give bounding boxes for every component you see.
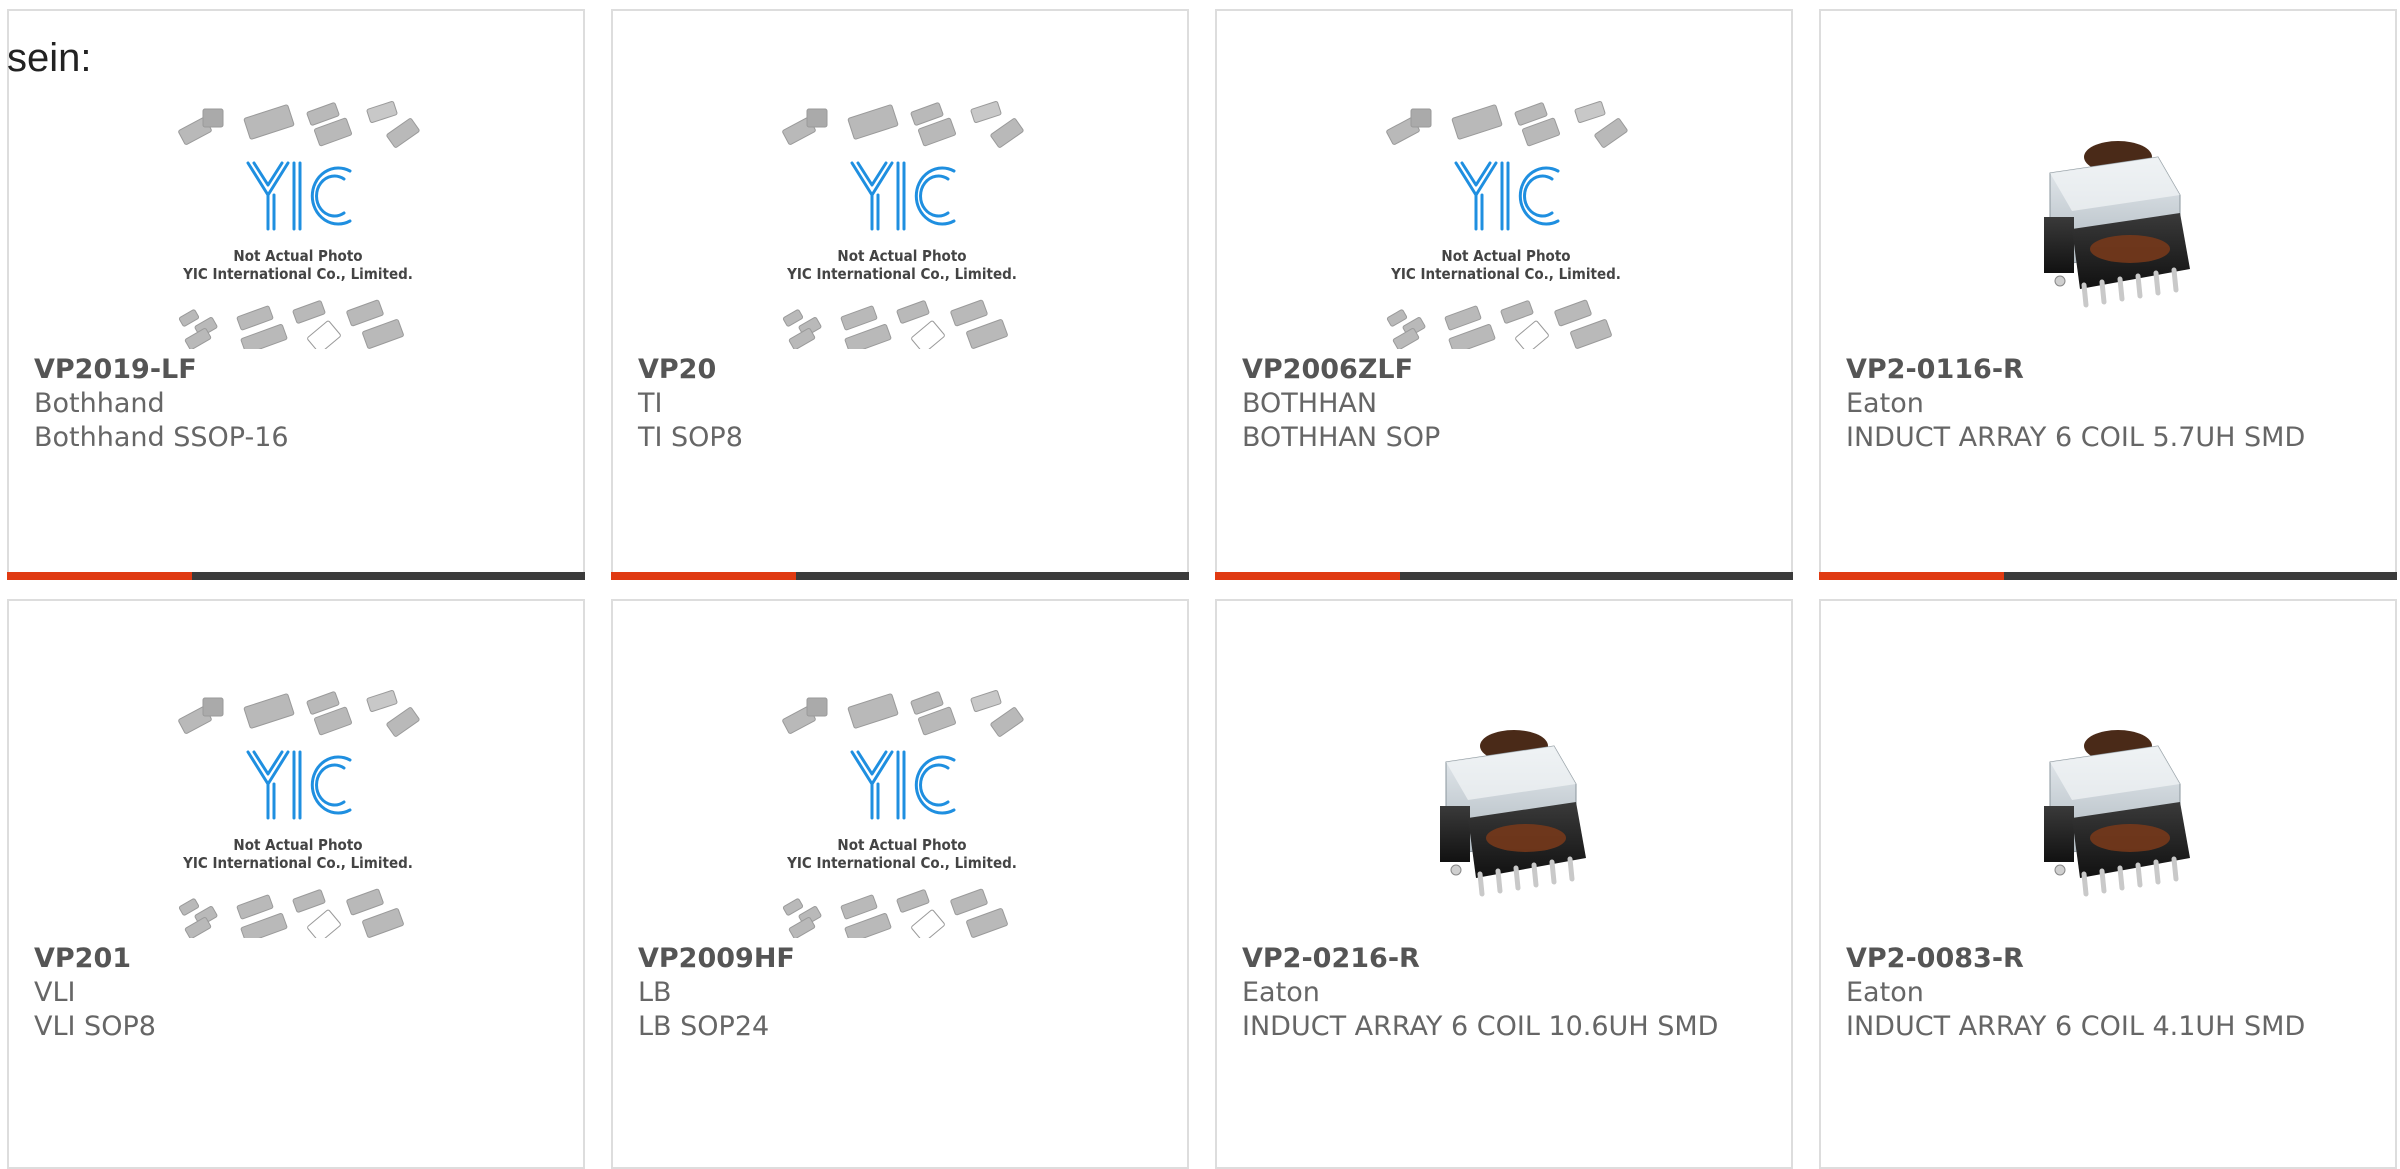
svg-text:Not Actual Photo: Not Actual Photo [233,247,362,265]
product-card[interactable]: VP2-0216-R Eaton INDUCT ARRAY 6 COIL 10.… [1215,599,1793,1169]
svg-text:Not Actual Photo: Not Actual Photo [837,247,966,265]
product-image-placeholder: Not Actual Photo YIC International Co., … [772,99,1032,354]
product-info: VP2019-LF Bothhand Bothhand SSOP-16 [34,353,554,455]
product-image-placeholder: Not Actual Photo YIC International Co., … [168,688,428,943]
svg-text:YIC International Co., Limited: YIC International Co., Limited. [786,854,1017,872]
product-image-placeholder: Not Actual Photo YIC International Co., … [1376,99,1636,354]
svg-text:Not Actual Photo: Not Actual Photo [233,836,362,854]
product-info: VP2009HF LB LB SOP24 [638,942,1158,1044]
part-number-link[interactable]: VP2009HF [638,942,1158,976]
card-progress-bar [1215,572,1793,580]
manufacturer-label: Eaton [1846,977,1924,1008]
product-image-placeholder: Not Actual Photo YIC International Co., … [168,99,428,354]
product-description: INDUCT ARRAY 6 COIL 10.6UH SMD [1242,1011,1719,1042]
product-card[interactable]: Not Actual Photo YIC International Co., … [611,9,1189,580]
product-description: INDUCT ARRAY 6 COIL 4.1UH SMD [1846,1011,2306,1042]
part-number-link[interactable]: VP2-0216-R [1242,942,1762,976]
page-prefix-text: sein: [7,36,92,80]
manufacturer-label: Eaton [1846,388,1924,419]
product-description: INDUCT ARRAY 6 COIL 5.7UH SMD [1846,422,2306,453]
product-info: VP2-0083-R Eaton INDUCT ARRAY 6 COIL 4.1… [1846,942,2366,1044]
svg-text:Not Actual Photo: Not Actual Photo [837,836,966,854]
manufacturer-label: LB [638,977,672,1008]
manufacturer-label: TI [638,388,663,419]
product-card[interactable]: Not Actual Photo YIC International Co., … [1215,9,1793,580]
product-card[interactable]: Not Actual Photo YIC International Co., … [611,599,1189,1169]
svg-text:YIC International Co., Limited: YIC International Co., Limited. [1390,265,1621,283]
manufacturer-label: VLI [34,977,76,1008]
part-number-link[interactable]: VP201 [34,942,554,976]
product-info: VP2006ZLF BOTHHAN BOTHHAN SOP [1242,353,1762,455]
inductor-product-photo [1980,99,2240,349]
part-number-link[interactable]: VP20 [638,353,1158,387]
part-number-link[interactable]: VP2-0083-R [1846,942,2366,976]
product-card[interactable]: VP2-0116-R Eaton INDUCT ARRAY 6 COIL 5.7… [1819,9,2397,580]
product-image-placeholder: Not Actual Photo YIC International Co., … [772,688,1032,943]
part-number-link[interactable]: VP2006ZLF [1242,353,1762,387]
part-number-link[interactable]: VP2019-LF [34,353,554,387]
product-card[interactable]: Not Actual Photo YIC International Co., … [7,599,585,1169]
card-progress-bar [7,572,585,580]
svg-text:YIC International Co., Limited: YIC International Co., Limited. [182,265,413,283]
card-progress-bar [611,572,1189,580]
product-card[interactable]: Not Actual Photo YIC International Co., … [7,9,585,580]
product-info: VP20 TI TI SOP8 [638,353,1158,455]
product-description: Bothhand SSOP-16 [34,422,289,453]
svg-text:Not Actual Photo: Not Actual Photo [1441,247,1570,265]
card-progress-fill [1819,572,2004,580]
card-progress-fill [1215,572,1400,580]
svg-text:YIC International Co., Limited: YIC International Co., Limited. [182,854,413,872]
card-progress-bar [1819,572,2397,580]
card-progress-fill [611,572,796,580]
product-description: BOTHHAN SOP [1242,422,1441,453]
inductor-product-photo [1980,688,2240,938]
product-description: LB SOP24 [638,1011,770,1042]
product-card[interactable]: VP2-0083-R Eaton INDUCT ARRAY 6 COIL 4.1… [1819,599,2397,1169]
product-info: VP2-0216-R Eaton INDUCT ARRAY 6 COIL 10.… [1242,942,1762,1044]
product-info: VP2-0116-R Eaton INDUCT ARRAY 6 COIL 5.7… [1846,353,2366,455]
product-info: VP201 VLI VLI SOP8 [34,942,554,1044]
part-number-link[interactable]: VP2-0116-R [1846,353,2366,387]
inductor-product-photo [1376,688,1636,938]
product-description: TI SOP8 [638,422,743,453]
manufacturer-label: Bothhand [34,388,165,419]
manufacturer-label: BOTHHAN [1242,388,1378,419]
product-description: VLI SOP8 [34,1011,156,1042]
svg-text:YIC International Co., Limited: YIC International Co., Limited. [786,265,1017,283]
card-progress-fill [7,572,192,580]
manufacturer-label: Eaton [1242,977,1320,1008]
